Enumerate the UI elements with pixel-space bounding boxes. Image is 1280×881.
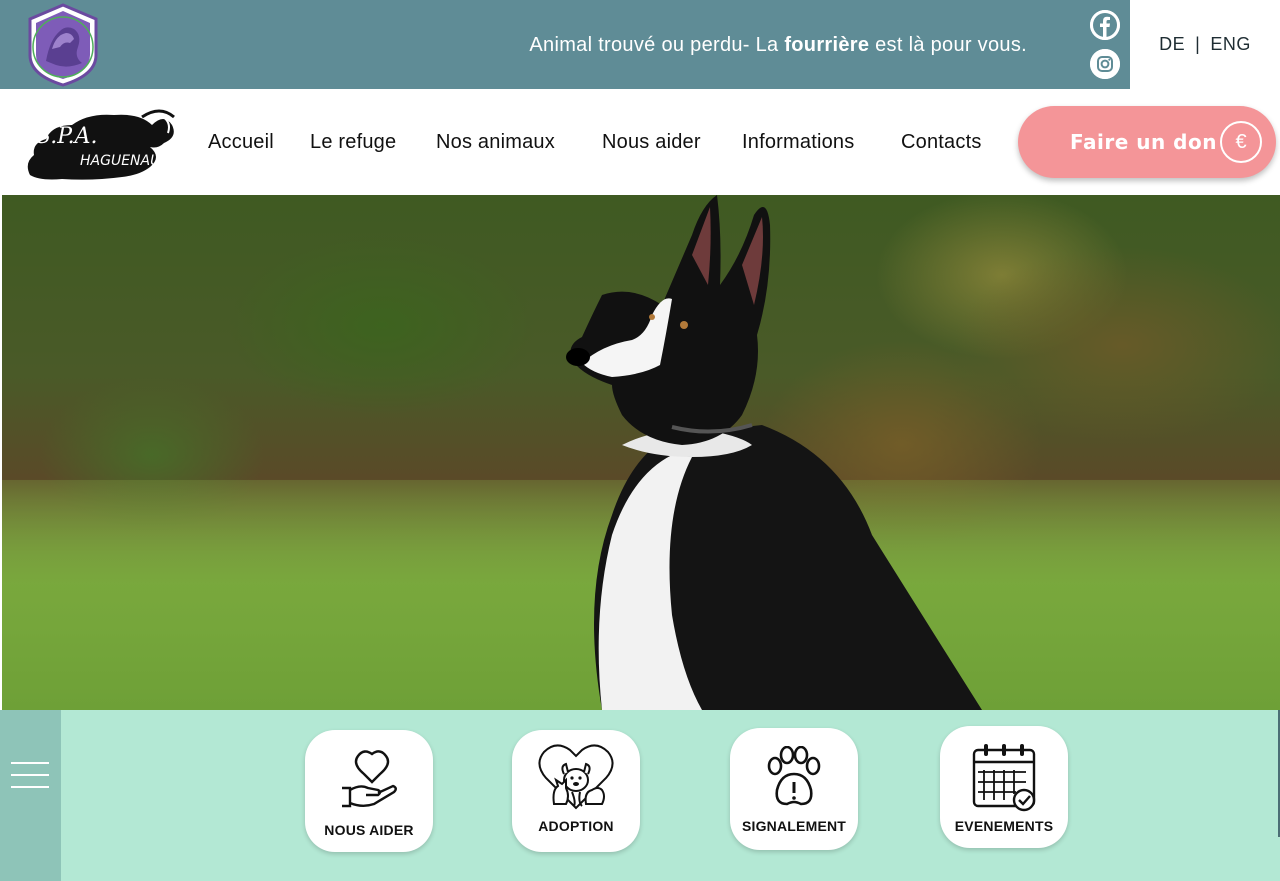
logo-text-top: S.P.A. bbox=[36, 124, 98, 149]
card-adoption[interactable]: ADOPTION bbox=[512, 730, 640, 852]
tagline: Animal trouvé ou perdu- La fourrière est… bbox=[529, 34, 1027, 57]
card-label-nous-aider: NOUS AIDER bbox=[324, 822, 414, 838]
card-nous-aider[interactable]: NOUS AIDER bbox=[305, 730, 433, 852]
logo-text-bottom: HAGUENAU bbox=[80, 153, 160, 169]
tagline-start: Animal trouvé ou perdu- La bbox=[529, 34, 785, 56]
nav-item-nous-aider[interactable]: Nous aider bbox=[602, 131, 701, 154]
nav-item-accueil[interactable]: Accueil bbox=[208, 131, 274, 154]
menu-strip bbox=[0, 710, 61, 881]
card-signalement[interactable]: SIGNALEMENT bbox=[730, 728, 858, 850]
donate-label: Faire un don bbox=[1070, 130, 1217, 154]
pets-heart-icon bbox=[538, 744, 614, 810]
nav-item-contacts[interactable]: Contacts bbox=[901, 131, 982, 154]
confederation-badge-icon[interactable] bbox=[24, 3, 102, 87]
facebook-icon[interactable] bbox=[1090, 10, 1120, 40]
nav-item-le-refuge[interactable]: Le refuge bbox=[310, 131, 396, 154]
tagline-bold[interactable]: fourrière bbox=[784, 34, 869, 56]
hamburger-icon[interactable] bbox=[11, 762, 49, 788]
top-bar: Animal trouvé ou perdu- La fourrière est… bbox=[0, 0, 1130, 89]
language-switcher: DE | ENG bbox=[1130, 0, 1280, 89]
card-label-adoption: ADOPTION bbox=[538, 818, 614, 834]
instagram-icon[interactable] bbox=[1090, 49, 1120, 79]
donate-button[interactable]: Faire un don € bbox=[1018, 106, 1276, 178]
calendar-check-icon bbox=[972, 744, 1036, 812]
spa-haguenau-logo[interactable]: S.P.A. HAGUENAU bbox=[22, 103, 178, 183]
card-label-evenements: EVENEMENTS bbox=[954, 818, 1054, 834]
nav-item-nos-animaux[interactable]: Nos animaux bbox=[436, 131, 555, 154]
euro-icon: € bbox=[1220, 121, 1262, 163]
hero-image bbox=[2, 195, 1280, 710]
paw-alert-icon bbox=[767, 746, 821, 806]
lang-de-link[interactable]: DE bbox=[1159, 34, 1185, 55]
quick-links-panel: NOUS AIDER ADOPTION SIGNALEMENT EVENEMEN… bbox=[0, 710, 1280, 881]
heart-hand-icon bbox=[342, 750, 397, 808]
lang-en-link[interactable]: ENG bbox=[1210, 34, 1251, 55]
card-label-signalement: SIGNALEMENT bbox=[741, 818, 847, 834]
tagline-end: est là pour vous. bbox=[869, 34, 1027, 56]
lang-separator: | bbox=[1195, 34, 1201, 54]
nav-item-informations[interactable]: Informations bbox=[742, 131, 854, 154]
main-navbar: S.P.A. HAGUENAU Accueil Le refuge Nos an… bbox=[0, 89, 1280, 195]
card-evenements[interactable]: EVENEMENTS bbox=[940, 726, 1068, 848]
border-collie-photo bbox=[566, 195, 982, 710]
